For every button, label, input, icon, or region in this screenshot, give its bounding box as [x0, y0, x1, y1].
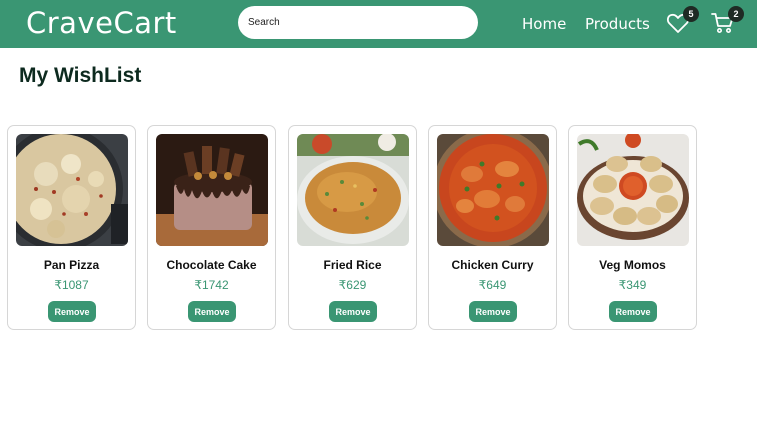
wishlist-card: Fried Rice ₹629 Remove — [288, 125, 417, 330]
card-price: ₹1087 — [54, 278, 89, 292]
wishlist-card: Veg Momos ₹349 Remove — [568, 125, 697, 330]
card-title[interactable]: Chocolate Cake — [148, 258, 275, 272]
wishlist-card: Pan Pizza ₹1087 Remove — [7, 125, 136, 330]
wishlist-card: Chocolate Cake ₹1742 Remove — [147, 125, 276, 330]
card-title[interactable]: Fried Rice — [289, 258, 416, 272]
card-price: ₹349 — [618, 278, 647, 292]
remove-button[interactable]: Remove — [188, 301, 236, 322]
page-title: My WishList — [19, 64, 142, 87]
brand-logo[interactable]: CraveCart — [26, 6, 177, 40]
fried-rice-photo[interactable] — [297, 134, 409, 246]
nav-home-link[interactable]: Home — [522, 15, 566, 33]
cart-count-badge: 2 — [728, 6, 744, 22]
navbar: CraveCart Home Products 5 2 — [0, 0, 757, 48]
card-title[interactable]: Pan Pizza — [8, 258, 135, 272]
card-title[interactable]: Veg Momos — [569, 258, 696, 272]
remove-button[interactable]: Remove — [469, 301, 517, 322]
wishlist-card: Chicken Curry ₹649 Remove — [428, 125, 557, 330]
remove-button[interactable]: Remove — [609, 301, 657, 322]
remove-button[interactable]: Remove — [329, 301, 377, 322]
card-price: ₹1742 — [194, 278, 229, 292]
chicken-curry-photo[interactable] — [437, 134, 549, 246]
veg-momos-photo[interactable] — [577, 134, 689, 246]
remove-button[interactable]: Remove — [48, 301, 96, 322]
pan-pizza-photo[interactable] — [16, 134, 128, 246]
chocolate-cake-photo[interactable] — [156, 134, 268, 246]
search-input[interactable] — [238, 6, 478, 39]
card-price: ₹629 — [338, 278, 367, 292]
card-title[interactable]: Chicken Curry — [429, 258, 556, 272]
card-price: ₹649 — [478, 278, 507, 292]
nav-products-link[interactable]: Products — [585, 15, 650, 33]
wishlist-count-badge: 5 — [683, 6, 699, 22]
